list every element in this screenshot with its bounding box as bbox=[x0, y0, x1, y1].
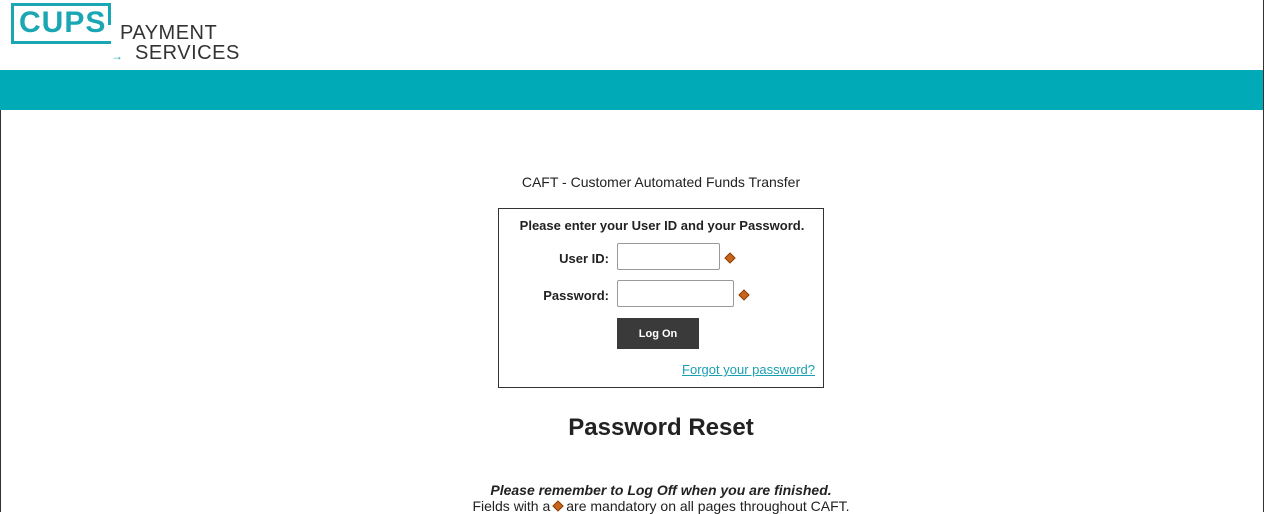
log-on-button[interactable]: Log On bbox=[617, 318, 699, 349]
logo-arrow-icon: → bbox=[111, 49, 123, 63]
required-diamond-icon bbox=[724, 252, 736, 264]
logo-cups-text: CUPS bbox=[19, 6, 107, 39]
cups-payment-services-logo: CUPS PAYMENT → SERVICES bbox=[11, 3, 251, 65]
user-id-label: User ID: bbox=[559, 251, 609, 266]
logo-frame-bottom bbox=[11, 41, 111, 44]
required-diamond-icon bbox=[552, 500, 564, 512]
logo-services-text: SERVICES bbox=[135, 42, 240, 64]
log-off-reminder: Please remember to Log Off when you are … bbox=[490, 482, 832, 498]
logo-frame-right bbox=[108, 3, 111, 25]
logo-payment-text: PAYMENT bbox=[120, 22, 218, 44]
password-input[interactable] bbox=[617, 280, 734, 307]
header: CUPS PAYMENT → SERVICES bbox=[0, 0, 1263, 70]
password-reset-title: Password Reset bbox=[568, 414, 754, 441]
user-id-input[interactable] bbox=[617, 243, 720, 270]
password-label: Password: bbox=[543, 288, 609, 303]
app-title: CAFT - Customer Automated Funds Transfer bbox=[521, 174, 801, 190]
navigation-bar bbox=[0, 70, 1263, 110]
login-form: Please enter your User ID and your Passw… bbox=[498, 208, 824, 388]
required-diamond-icon bbox=[738, 289, 750, 301]
forgot-password-link[interactable]: Forgot your password? bbox=[682, 362, 815, 377]
login-heading: Please enter your User ID and your Passw… bbox=[519, 218, 805, 233]
